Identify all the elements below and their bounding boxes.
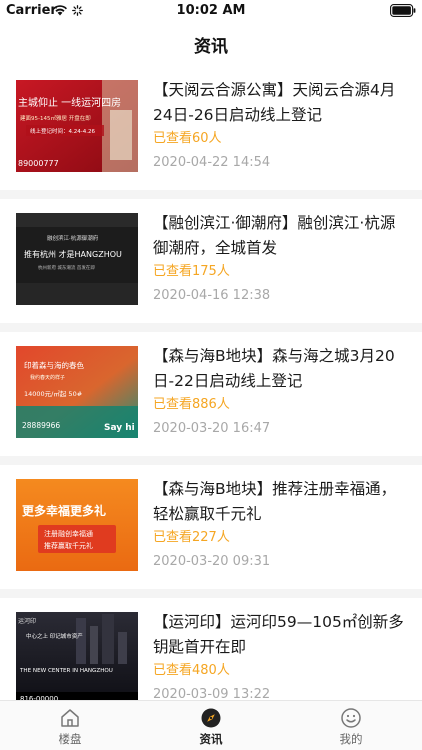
separator bbox=[0, 190, 422, 199]
view-count: 已查看886人 bbox=[153, 397, 230, 412]
thumb-phone: 89000777 bbox=[18, 159, 59, 168]
thumb-text: 14000元/㎡起 50# bbox=[24, 389, 82, 398]
view-count: 已查看480人 bbox=[153, 663, 230, 678]
thumb-text: 主城仰止 一线运河四房 bbox=[18, 96, 121, 109]
separator bbox=[0, 456, 422, 465]
thumb-text: 注册融创幸福通 bbox=[44, 529, 93, 538]
thumb-text: 杭州新府 城东潮流 首发在即 bbox=[38, 264, 95, 271]
house-icon bbox=[61, 709, 79, 727]
article-title[interactable]: 【运河印】运河印59—105㎡创新多钥匙首开在即 bbox=[153, 610, 407, 660]
article-title[interactable]: 【天阅云合源公寓】天阅云合源4月24日-26日启动线上登记 bbox=[153, 78, 407, 128]
tab-label: 我的 bbox=[339, 732, 363, 746]
thumb-text: Say hi bbox=[104, 423, 135, 433]
publish-date: 2020-04-22 14:54 bbox=[153, 155, 271, 170]
article-feed[interactable]: 主城仰止 一线运河四房 建面95-145㎡雅居 开盘在即 线上登记时间：4.24… bbox=[0, 66, 422, 700]
tab-bar: 楼盘 资讯 我的 bbox=[0, 700, 422, 750]
separator bbox=[0, 323, 422, 332]
thumb-text: 线上登记时间：4.24-4.26 bbox=[30, 127, 95, 135]
tab-label: 资讯 bbox=[199, 732, 223, 746]
compass-icon bbox=[201, 708, 221, 728]
article-thumbnail: 更多幸福更多礼 注册融创幸福通 推荐赢取千元礼 bbox=[16, 479, 138, 571]
view-count: 已查看60人 bbox=[153, 131, 222, 146]
article-thumbnail: 印着森与海的春色 我约春天的样子 14000元/㎡起 50# 28889966 … bbox=[16, 346, 138, 438]
tab-label: 楼盘 bbox=[58, 732, 82, 746]
thumb-text: 我约春天的样子 bbox=[30, 374, 65, 381]
article-title[interactable]: 【森与海B地块】森与海之城3月20日-22日启动线上登记 bbox=[153, 344, 407, 394]
article-card[interactable]: 更多幸福更多礼 注册融创幸福通 推荐赢取千元礼 【森与海B地块】推荐注册幸福通，… bbox=[0, 465, 422, 589]
article-thumbnail: 融创滨江·杭源御潮府 推有杭州 才是HANGZHOU 杭州新府 城东潮流 首发在… bbox=[16, 213, 138, 305]
publish-date: 2020-03-20 09:31 bbox=[153, 554, 271, 569]
view-count: 已查看175人 bbox=[153, 264, 230, 279]
article-card[interactable]: 印着森与海的春色 我约春天的样子 14000元/㎡起 50# 28889966 … bbox=[0, 332, 422, 456]
view-count: 已查看227人 bbox=[153, 530, 230, 545]
thumb-text: 中心之上 印记城市资产 bbox=[26, 632, 83, 640]
article-thumbnail: 主城仰止 一线运河四房 建面95-145㎡雅居 开盘在即 线上登记时间：4.24… bbox=[16, 80, 138, 172]
status-bar: Carrier 10:02 AM bbox=[0, 0, 422, 22]
article-card[interactable]: 运河印 中心之上 印记城市资产 THE NEW CENTER IN HANGZH… bbox=[0, 598, 422, 700]
article-title[interactable]: 【融创滨江·御潮府】融创滨江·杭源御潮府，全城首发 bbox=[153, 211, 407, 261]
thumb-text: 推有杭州 才是HANGZHOU bbox=[24, 249, 122, 259]
publish-date: 2020-03-09 13:22 bbox=[153, 687, 271, 700]
article-thumbnail: 运河印 中心之上 印记城市资产 THE NEW CENTER IN HANGZH… bbox=[16, 612, 138, 700]
publish-date: 2020-03-20 16:47 bbox=[153, 421, 271, 436]
tab-news[interactable]: 资讯 bbox=[171, 707, 251, 747]
separator bbox=[0, 589, 422, 598]
tab-profile[interactable]: 我的 bbox=[311, 707, 391, 747]
tab-listings[interactable]: 楼盘 bbox=[30, 707, 110, 747]
article-card[interactable]: 主城仰止 一线运河四房 建面95-145㎡雅居 开盘在即 线上登记时间：4.24… bbox=[0, 66, 422, 190]
smiley-icon bbox=[341, 708, 361, 728]
battery-icon bbox=[390, 4, 416, 17]
publish-date: 2020-04-16 12:38 bbox=[153, 288, 271, 303]
thumb-phone: 28889966 bbox=[22, 421, 60, 430]
thumb-text: THE NEW CENTER IN HANGZHOU bbox=[19, 668, 113, 674]
thumb-text: 印着森与海的春色 bbox=[24, 360, 84, 370]
thumb-text: 更多幸福更多礼 bbox=[22, 503, 106, 518]
status-time: 10:02 AM bbox=[176, 3, 246, 18]
thumb-text: 运河印 bbox=[18, 617, 36, 625]
nav-bar: 资讯 bbox=[0, 22, 422, 66]
page-title: 资讯 bbox=[194, 36, 228, 57]
thumb-text: 融创滨江·杭源御潮府 bbox=[47, 234, 99, 242]
article-title[interactable]: 【森与海B地块】推荐注册幸福通，轻松赢取千元礼 bbox=[153, 477, 407, 527]
article-card[interactable]: 融创滨江·杭源御潮府 推有杭州 才是HANGZHOU 杭州新府 城东潮流 首发在… bbox=[0, 199, 422, 323]
thumb-text: 建面95-145㎡雅居 开盘在即 bbox=[20, 114, 91, 122]
thumb-text: 推荐赢取千元礼 bbox=[44, 541, 93, 550]
